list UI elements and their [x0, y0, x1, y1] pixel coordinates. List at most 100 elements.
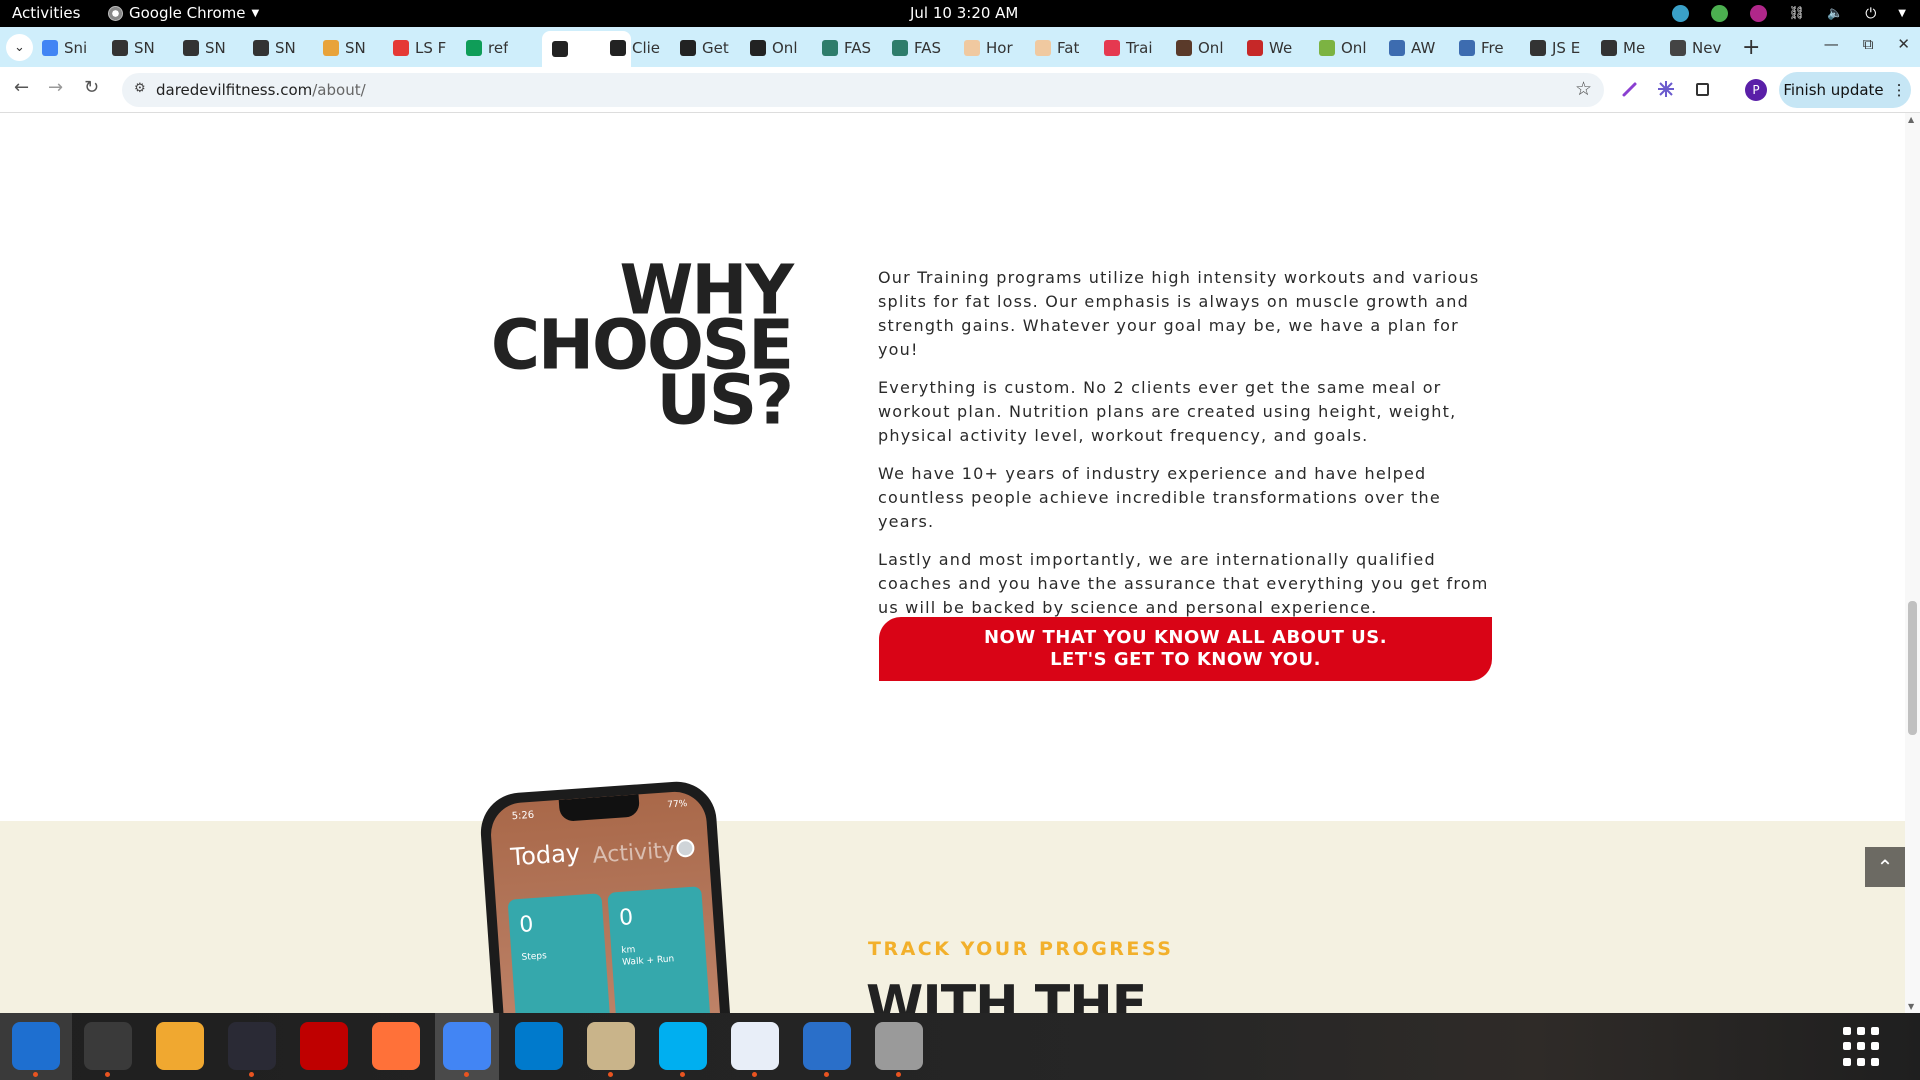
back-icon[interactable]: ←: [14, 77, 29, 98]
close-icon[interactable]: ✕: [1897, 35, 1910, 53]
tab-search-button[interactable]: ⌄: [6, 34, 33, 61]
browser-tab[interactable]: SN: [323, 33, 366, 63]
page-scrollbar[interactable]: ▲ ▼: [1905, 113, 1920, 1013]
new-tab-button[interactable]: +: [1742, 35, 1760, 60]
browser-tab[interactable]: Me: [1601, 33, 1645, 63]
tab-label: FAS: [914, 39, 942, 57]
running-indicator: [33, 1072, 38, 1077]
writer-icon[interactable]: [803, 1022, 851, 1077]
fas-icon: [892, 40, 908, 56]
phone-avatar: [675, 838, 696, 858]
app-indicator-icon[interactable]: [1749, 5, 1767, 22]
tab-label: Clie: [632, 39, 661, 57]
phone-tab-activity: Activity: [591, 837, 676, 869]
chevron-down-icon[interactable]: ▼: [1898, 8, 1906, 19]
scroll-to-top-button[interactable]: ⌃: [1865, 847, 1905, 887]
vscode-icon[interactable]: [515, 1022, 563, 1070]
reload-icon[interactable]: ↻: [84, 77, 99, 98]
scrollbar-thumb[interactable]: [1908, 601, 1917, 735]
browser-tab[interactable]: ref: [466, 33, 508, 63]
chrome-icon[interactable]: [443, 1022, 491, 1077]
chevron-up-icon: ⌃: [1876, 855, 1894, 879]
app-menu[interactable]: Google Chrome ▼: [108, 4, 259, 22]
finish-update-button[interactable]: Finish update ⋮: [1779, 72, 1911, 108]
browser-tab[interactable]: JS E: [1530, 33, 1580, 63]
url-text[interactable]: daredevilfitness.com/about/: [156, 81, 366, 99]
browser-tab[interactable]: We: [1247, 33, 1292, 63]
snp-icon: [253, 40, 269, 56]
browser-tab[interactable]: Get: [680, 33, 729, 63]
browser-tab[interactable]: SN: [253, 33, 296, 63]
browser-tab[interactable]: Onl: [750, 33, 797, 63]
network-icon[interactable]: ⛓: [1789, 6, 1806, 21]
minimize-icon[interactable]: —: [1824, 35, 1839, 53]
tab-label: Trai: [1126, 39, 1153, 57]
tab-label: Sni: [64, 39, 88, 57]
activities-button[interactable]: Activities: [12, 4, 80, 22]
shield-icon: [1601, 40, 1617, 56]
phone-card-value: 0: [618, 905, 634, 931]
maximize-icon[interactable]: ⧉: [1863, 35, 1874, 53]
terminal-icon[interactable]: [84, 1022, 132, 1077]
skype-icon[interactable]: [659, 1022, 707, 1077]
phone-steps-card: 0 Steps: [507, 893, 612, 1013]
profile-avatar[interactable]: P: [1745, 79, 1767, 101]
tab-label: Hor: [986, 39, 1013, 57]
browser-tab[interactable]: SN: [112, 33, 155, 63]
volume-icon[interactable]: 🔈: [1827, 6, 1843, 21]
mountain-icon: [1459, 40, 1475, 56]
show-applications-icon[interactable]: [1843, 1027, 1883, 1067]
sync-icon[interactable]: [1671, 5, 1689, 22]
calculator-icon[interactable]: [156, 1022, 204, 1070]
chrome-icon: [108, 5, 123, 21]
scroll-up-arrow-icon[interactable]: ▲: [1908, 115, 1914, 124]
running-indicator: [752, 1072, 757, 1077]
browser-tab[interactable]: AW: [1389, 33, 1435, 63]
forward-icon[interactable]: →: [48, 77, 63, 98]
site-info-icon[interactable]: ⚙: [134, 81, 146, 96]
phone-card-label: Walk + Run: [621, 954, 675, 968]
snowflake-extension-icon[interactable]: [1656, 79, 1676, 99]
tab-label: Nev: [1692, 39, 1722, 57]
disk-icon[interactable]: [875, 1022, 923, 1077]
scroll-down-arrow-icon[interactable]: ▼: [1908, 1002, 1914, 1011]
browser-tab[interactable]: Nev: [1670, 33, 1721, 63]
browser-tab[interactable]: Trai: [1104, 33, 1152, 63]
browser-tab[interactable]: Onl: [1176, 33, 1223, 63]
power-icon[interactable]: ⏻: [1865, 6, 1876, 22]
shield-icon: [1530, 40, 1546, 56]
filezilla-icon[interactable]: [300, 1022, 348, 1070]
browser-tab[interactable]: FAS: [892, 33, 941, 63]
browser-tab[interactable]: FAS: [822, 33, 871, 63]
text-editor-icon[interactable]: [731, 1022, 779, 1077]
phone-card-value: 0: [518, 912, 535, 938]
files-icon[interactable]: [587, 1022, 635, 1077]
snp-icon: [112, 40, 128, 56]
system-monitor-icon[interactable]: [228, 1022, 276, 1077]
pen-extension-icon[interactable]: [1620, 79, 1640, 99]
check-icon[interactable]: [1710, 5, 1728, 22]
address-bar[interactable]: ⚙ daredevilfitness.com/about/ ☆: [122, 73, 1604, 107]
browser-tab[interactable]: Sni: [42, 33, 87, 63]
browser-toolbar: ← → ↻ ⚙ daredevilfitness.com/about/ ☆ P …: [0, 67, 1920, 113]
browser-tab[interactable]: Fre: [1459, 33, 1504, 63]
phone-time: 5:26: [511, 809, 535, 823]
thunderbird-icon[interactable]: [12, 1022, 60, 1077]
browser-tab[interactable]: LS F: [393, 33, 446, 63]
google-sheets-plus-icon: [466, 40, 482, 56]
browser-tab[interactable]: Clie: [610, 33, 660, 63]
browser-tab[interactable]: Fat: [1035, 33, 1079, 63]
tab-label: Me: [1623, 39, 1646, 57]
clock[interactable]: Jul 10 3:20 AM: [910, 4, 1018, 22]
get-to-know-you-button[interactable]: NOW THAT YOU KNOW ALL ABOUT US. LET'S GE…: [879, 617, 1492, 681]
tab-label: We: [1269, 39, 1293, 57]
bookmark-star-icon[interactable]: ☆: [1575, 78, 1592, 100]
system-tray[interactable]: ⛓ 🔈 ⏻ ▼: [1671, 5, 1906, 22]
extensions-puzzle-icon[interactable]: [1693, 79, 1713, 99]
browser-tab[interactable]: SN: [183, 33, 226, 63]
firefox-icon[interactable]: [372, 1022, 420, 1070]
hand-icon: [964, 40, 980, 56]
ubuntu-dock: [0, 1013, 1920, 1080]
browser-tab[interactable]: Hor: [964, 33, 1013, 63]
browser-tab[interactable]: Onl: [1319, 33, 1366, 63]
